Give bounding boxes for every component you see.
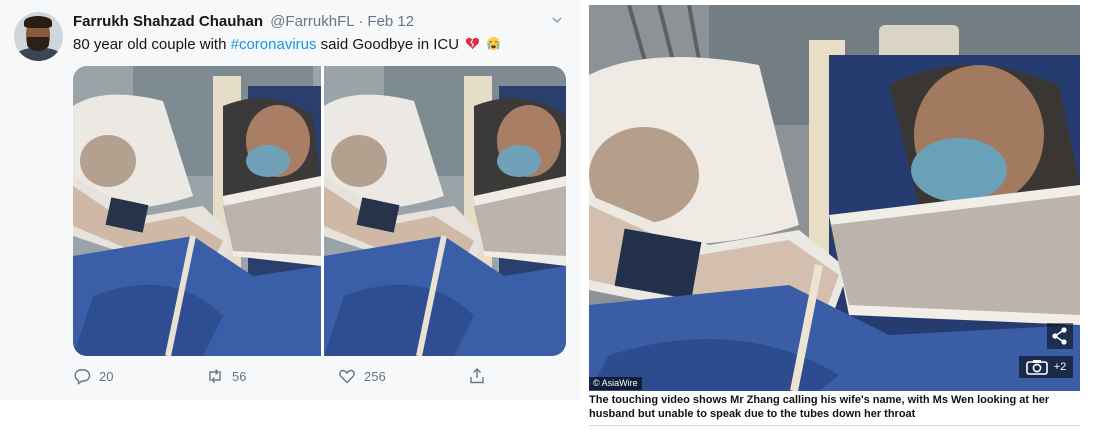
tweet-date[interactable]: Feb 12 xyxy=(367,13,414,30)
tweet-action-bar: 20 56 256 xyxy=(73,367,493,387)
like-button[interactable]: 256 xyxy=(338,367,386,385)
broken-heart-icon xyxy=(466,37,480,50)
article-photo[interactable] xyxy=(589,5,1080,391)
avatar[interactable] xyxy=(14,12,63,61)
screenshot-page: Farrukh Shahzad Chauhan @FarrukhFL · Feb… xyxy=(0,0,1100,433)
retweet-icon xyxy=(209,369,221,383)
photo-caption: The touching video shows Mr Zhang callin… xyxy=(589,394,1050,420)
author-handle[interactable]: @FarrukhFL xyxy=(270,13,354,30)
tweet-media[interactable] xyxy=(73,66,566,356)
caption-divider xyxy=(589,425,1080,426)
share-button[interactable] xyxy=(468,367,494,385)
reply-icon xyxy=(74,369,91,385)
gallery-count: +2 xyxy=(1053,361,1067,373)
hashtag-link[interactable]: #coronavirus xyxy=(231,36,317,53)
tweet-text-end: said Goodbye in ICU xyxy=(316,36,460,53)
retweet-button[interactable]: 56 xyxy=(206,367,246,385)
reply-count: 20 xyxy=(99,368,114,384)
header-separator: · xyxy=(358,13,364,30)
tweet-card[interactable]: Farrukh Shahzad Chauhan @FarrukhFL · Feb… xyxy=(0,0,580,400)
tweet-text: 80 year old couple with #coronavirus sai… xyxy=(73,36,501,53)
reply-button[interactable]: 20 xyxy=(73,367,113,385)
share-icon xyxy=(470,368,484,384)
retweet-count: 56 xyxy=(232,368,247,384)
icu-couple-photo-right[interactable] xyxy=(324,66,566,356)
chevron-down-icon[interactable] xyxy=(551,14,563,26)
author-name[interactable]: Farrukh Shahzad Chauhan xyxy=(73,13,263,30)
tweet-header: Farrukh Shahzad Chauhan @FarrukhFL · Feb… xyxy=(73,13,414,30)
gallery-button[interactable]: +2 xyxy=(1019,356,1073,378)
tweet-text-start: 80 year old couple with xyxy=(73,36,231,53)
icu-couple-photo-left[interactable] xyxy=(73,66,321,356)
share-nodes-icon[interactable] xyxy=(1047,323,1073,349)
like-count: 256 xyxy=(364,368,386,384)
crying-face-icon xyxy=(487,36,501,51)
heart-icon xyxy=(339,369,355,384)
camera-icon xyxy=(1025,360,1048,375)
photo-credit: © AsiaWire xyxy=(589,377,642,390)
